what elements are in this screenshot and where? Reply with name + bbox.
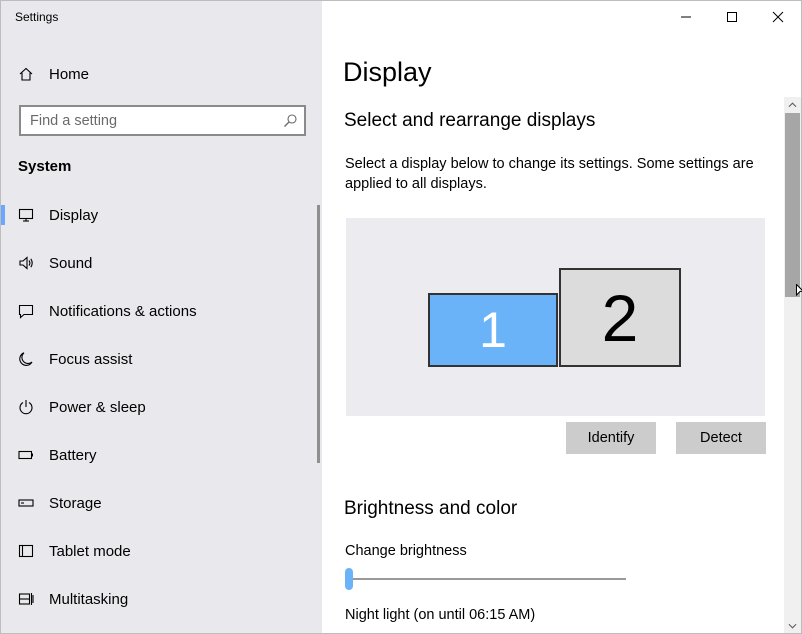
chevron-up-icon — [788, 102, 797, 108]
active-indicator — [1, 205, 5, 225]
close-icon — [772, 11, 784, 23]
minimize-icon — [681, 16, 691, 18]
search-icon[interactable] — [283, 113, 298, 128]
sidebar-item-focus-assist[interactable]: Focus assist — [1, 335, 317, 383]
sidebar-item-label: Display — [49, 206, 99, 224]
change-brightness-label: Change brightness — [345, 543, 467, 559]
arrange-heading: Select and rearrange displays — [344, 110, 596, 131]
tablet-icon — [17, 542, 35, 560]
sidebar-item-label: Notifications & actions — [49, 302, 197, 320]
sidebar-item-storage[interactable]: Storage — [1, 479, 317, 527]
monitor-icon — [17, 206, 35, 224]
notification-icon — [17, 302, 35, 320]
speaker-icon — [17, 254, 35, 272]
minimize-button[interactable] — [663, 1, 709, 33]
section-title: System — [18, 158, 72, 175]
sidebar-scrollbar[interactable] — [317, 205, 320, 463]
main-scrollbar[interactable] — [784, 97, 801, 633]
home-nav-item[interactable]: Home — [1, 57, 322, 91]
sidebar-item-notifications[interactable]: Notifications & actions — [1, 287, 317, 335]
search-box[interactable] — [19, 105, 306, 136]
scroll-up-button[interactable] — [784, 97, 801, 113]
display-2-tile[interactable]: 2 — [559, 268, 681, 367]
sidebar-item-label: Storage — [49, 494, 102, 512]
arrange-description: Select a display below to change its set… — [345, 156, 754, 192]
search-input[interactable] — [21, 107, 280, 134]
sidebar-item-tablet-mode[interactable]: Tablet mode — [1, 527, 317, 575]
page-title: Display — [343, 57, 432, 87]
moon-icon — [17, 350, 35, 368]
app-title: Settings — [15, 10, 59, 24]
slider-track — [345, 578, 626, 580]
night-light-label: Night light (on until 06:15 AM) — [345, 607, 536, 623]
power-icon — [17, 398, 35, 416]
maximize-button[interactable] — [709, 1, 755, 33]
main-content: Display Select and rearrange displays Se… — [322, 1, 801, 633]
home-icon — [17, 65, 35, 83]
brightness-slider[interactable] — [345, 567, 627, 591]
slider-thumb[interactable] — [345, 568, 353, 590]
maximize-icon — [727, 12, 737, 22]
identify-button[interactable]: Identify — [566, 422, 656, 454]
sidebar-item-battery[interactable]: Battery — [1, 431, 317, 479]
sidebar-item-label: Sound — [49, 254, 93, 272]
battery-icon — [17, 446, 35, 464]
scroll-down-button[interactable] — [784, 619, 801, 633]
sidebar-item-label: Focus assist — [49, 350, 133, 368]
display-arrangement-area: 1 2 — [346, 218, 765, 416]
close-button[interactable] — [755, 1, 801, 33]
sidebar-item-label: Battery — [49, 446, 97, 464]
storage-icon — [17, 494, 35, 512]
mouse-cursor-icon — [796, 284, 802, 297]
sidebar-item-label: Multitasking — [49, 590, 129, 608]
sidebar: Settings Home System Display — [1, 1, 322, 633]
sidebar-item-sound[interactable]: Sound — [1, 239, 317, 287]
display-2-number: 2 — [601, 280, 639, 355]
multitasking-icon — [17, 590, 35, 608]
sidebar-item-label: Power & sleep — [49, 398, 146, 416]
sidebar-item-multitasking[interactable]: Multitasking — [1, 575, 317, 623]
sidebar-item-display[interactable]: Display — [1, 191, 317, 239]
chevron-down-icon — [788, 623, 797, 629]
window-controls — [663, 1, 801, 33]
nav-list: Display Sound Notifications & actions Fo… — [1, 191, 317, 623]
sidebar-item-power-sleep[interactable]: Power & sleep — [1, 383, 317, 431]
home-label: Home — [49, 65, 90, 83]
sidebar-item-label: Tablet mode — [49, 542, 131, 560]
display-1-tile[interactable]: 1 — [428, 293, 558, 367]
brightness-heading: Brightness and color — [344, 498, 518, 519]
scroll-thumb[interactable] — [785, 113, 800, 297]
settings-window: Settings Home System Display — [0, 0, 802, 634]
detect-button[interactable]: Detect — [676, 422, 766, 454]
display-1-number: 1 — [479, 302, 507, 358]
